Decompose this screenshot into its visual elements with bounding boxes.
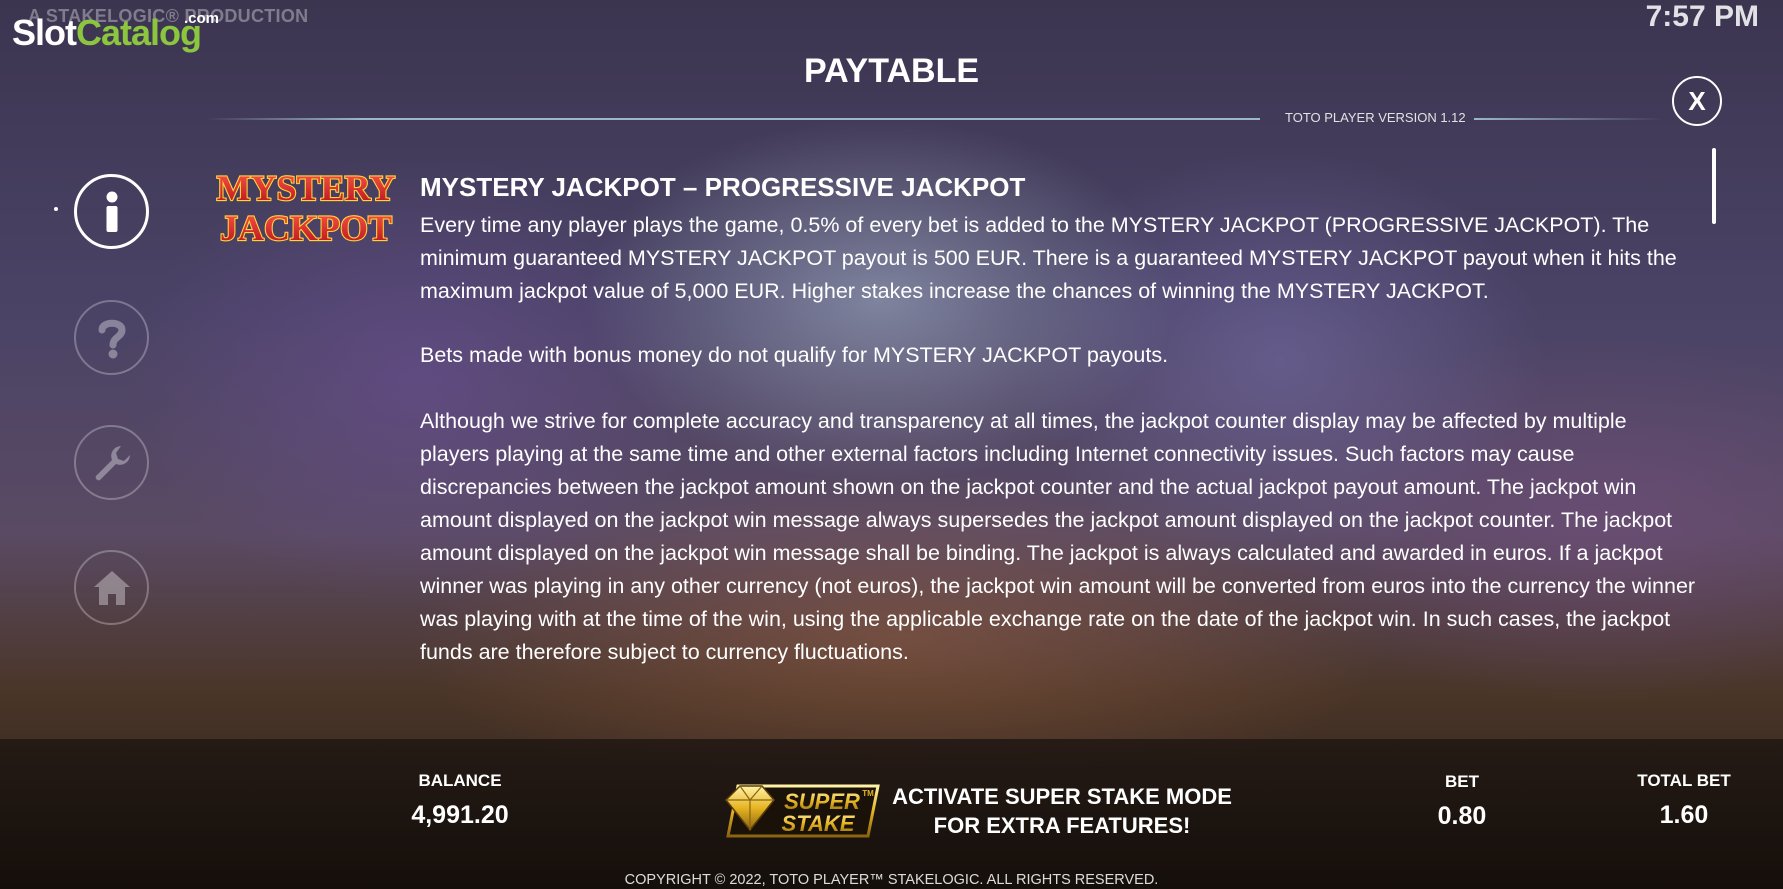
home-button[interactable] [74,550,149,625]
total-bet-label: TOTAL BET [1637,771,1731,790]
copyright-text: COPYRIGHT © 2022, TOTO PLAYER™ STAKELOGI… [624,872,1159,888]
bet-label: BET [1445,772,1479,791]
info-icon [106,191,117,232]
settings-button[interactable] [74,425,149,500]
total-bet-value: 1.60 [1659,801,1709,829]
info-button[interactable] [74,174,149,249]
active-indicator-dot [54,207,58,211]
section-title: MYSTERY JACKPOT – PROGRESSIVE JACKPOT [420,172,1026,202]
watermark-slot-text: Slot [12,12,77,53]
super-stake-text-2: STAKE [782,811,856,836]
promo-line-2: FOR EXTRA FEATURES! [933,813,1191,838]
home-icon [93,570,130,605]
scrollbar-thumb[interactable] [1712,148,1716,224]
paragraph-jackpot-rules: Every time any player plays the game, 0.… [420,213,1677,303]
super-stake-promo[interactable]: ACTIVATE SUPER STAKE MODE FOR EXTRA FEAT… [884,782,1240,840]
mystery-jackpot-logo: MYSTERY JACKPOT [216,167,397,248]
header-divider-right [1474,118,1664,120]
clock: 7:57 PM [1645,0,1759,33]
page-title: PAYTABLE [803,52,980,90]
close-button[interactable]: X [1672,76,1722,126]
balance-label: BALANCE [418,771,502,790]
super-stake-logo[interactable]: SUPER STAKE TM [718,776,886,846]
bet-value[interactable]: 0.80 [1402,802,1522,831]
header-divider-left [205,118,1260,120]
balance-value: 4,991.20 [411,801,509,829]
question-icon [98,319,126,358]
slotcatalog-watermark: SlotCatalog .com [12,10,219,54]
super-stake-tm: TM [862,789,874,798]
promo-line-1: ACTIVATE SUPER STAKE MODE [892,784,1232,809]
help-button[interactable] [74,300,149,375]
version-label: TOTO PLAYER VERSION 1.12 [1285,110,1466,125]
close-icon: X [1688,85,1706,116]
watermark-catalog-text: Catalog [76,12,202,53]
logo-mystery-text: MYSTERY [217,168,396,208]
logo-jackpot-text: JACKPOT [220,208,392,248]
wrench-icon [95,445,130,480]
watermark-com-text: .com [184,10,220,27]
paragraph-bonus-money: Bets made with bonus money do not qualif… [420,343,1169,367]
paragraph-disclaimer: Although we strive for complete accuracy… [420,409,1696,664]
